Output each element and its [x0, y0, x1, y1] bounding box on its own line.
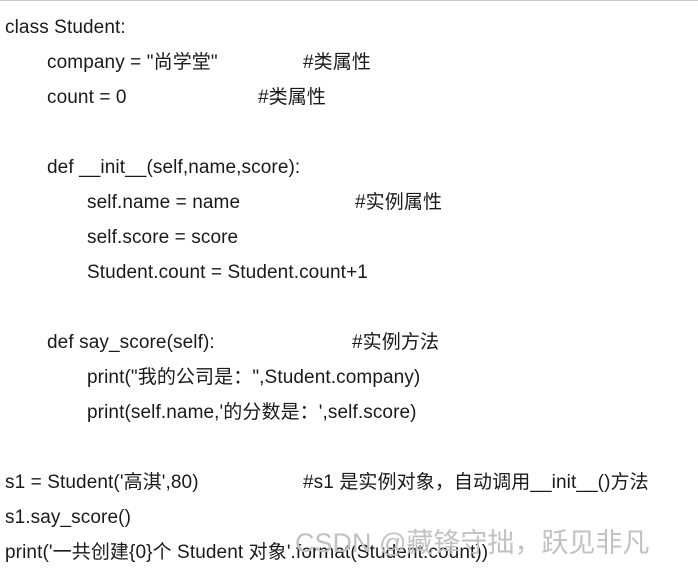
code-line: self.name = name #实例属性: [0, 185, 698, 220]
code-listing: class Student: company = "尚学堂" #类属性 count =…: [0, 1, 698, 570]
code-line: class Student:: [0, 10, 698, 45]
code-line-text: count = 0: [47, 87, 127, 108]
code-comment: #s1 是实例对象，自动调用__init__()方法: [303, 472, 649, 493]
code-line-text: self.name = name: [87, 192, 241, 213]
code-comment: #类属性: [258, 87, 326, 108]
code-line-text: print("我的公司是：",Student.company): [87, 367, 421, 388]
code-comment: #实例方法: [352, 332, 440, 353]
code-line: Student.count = Student.count+1: [0, 255, 698, 290]
code-line-text: Student.count = Student.count+1: [87, 262, 368, 283]
code-line: s1 = Student('高淇',80) #s1 是实例对象，自动调用__ini…: [0, 465, 698, 500]
code-line-text: s1 = Student('高淇',80): [5, 472, 199, 493]
code-comment: #实例属性: [355, 192, 443, 213]
code-figure: class Student: company = "尚学堂" #类属性 count =…: [0, 0, 698, 574]
code-line: company = "尚学堂" #类属性: [0, 45, 698, 80]
code-line-text: class Student:: [5, 17, 126, 38]
code-line-text: print('一共创建{0}个 Student 对象'.format(Stude…: [5, 542, 489, 563]
code-line: def say_score(self): #实例方法: [0, 325, 698, 360]
code-line: count = 0 #类属性: [0, 80, 698, 115]
code-line-text: company = "尚学堂": [47, 52, 218, 73]
code-line-text: def say_score(self):: [47, 332, 215, 353]
code-line: s1.say_score(): [0, 500, 698, 535]
code-line: print("我的公司是：",Student.company): [0, 360, 698, 395]
code-line: def __init__(self,name,score):: [0, 150, 698, 185]
code-line: self.score = score: [0, 220, 698, 255]
code-line-text: print(self.name,'的分数是：',self.score): [87, 402, 417, 423]
code-line-text: def __init__(self,name,score):: [47, 157, 301, 178]
code-line: print(self.name,'的分数是：',self.score): [0, 395, 698, 430]
code-line-text: s1.say_score(): [5, 507, 131, 528]
code-line-text: self.score = score: [87, 227, 239, 248]
code-line: print('一共创建{0}个 Student 对象'.format(Stude…: [0, 535, 698, 570]
code-comment: #类属性: [303, 52, 371, 73]
